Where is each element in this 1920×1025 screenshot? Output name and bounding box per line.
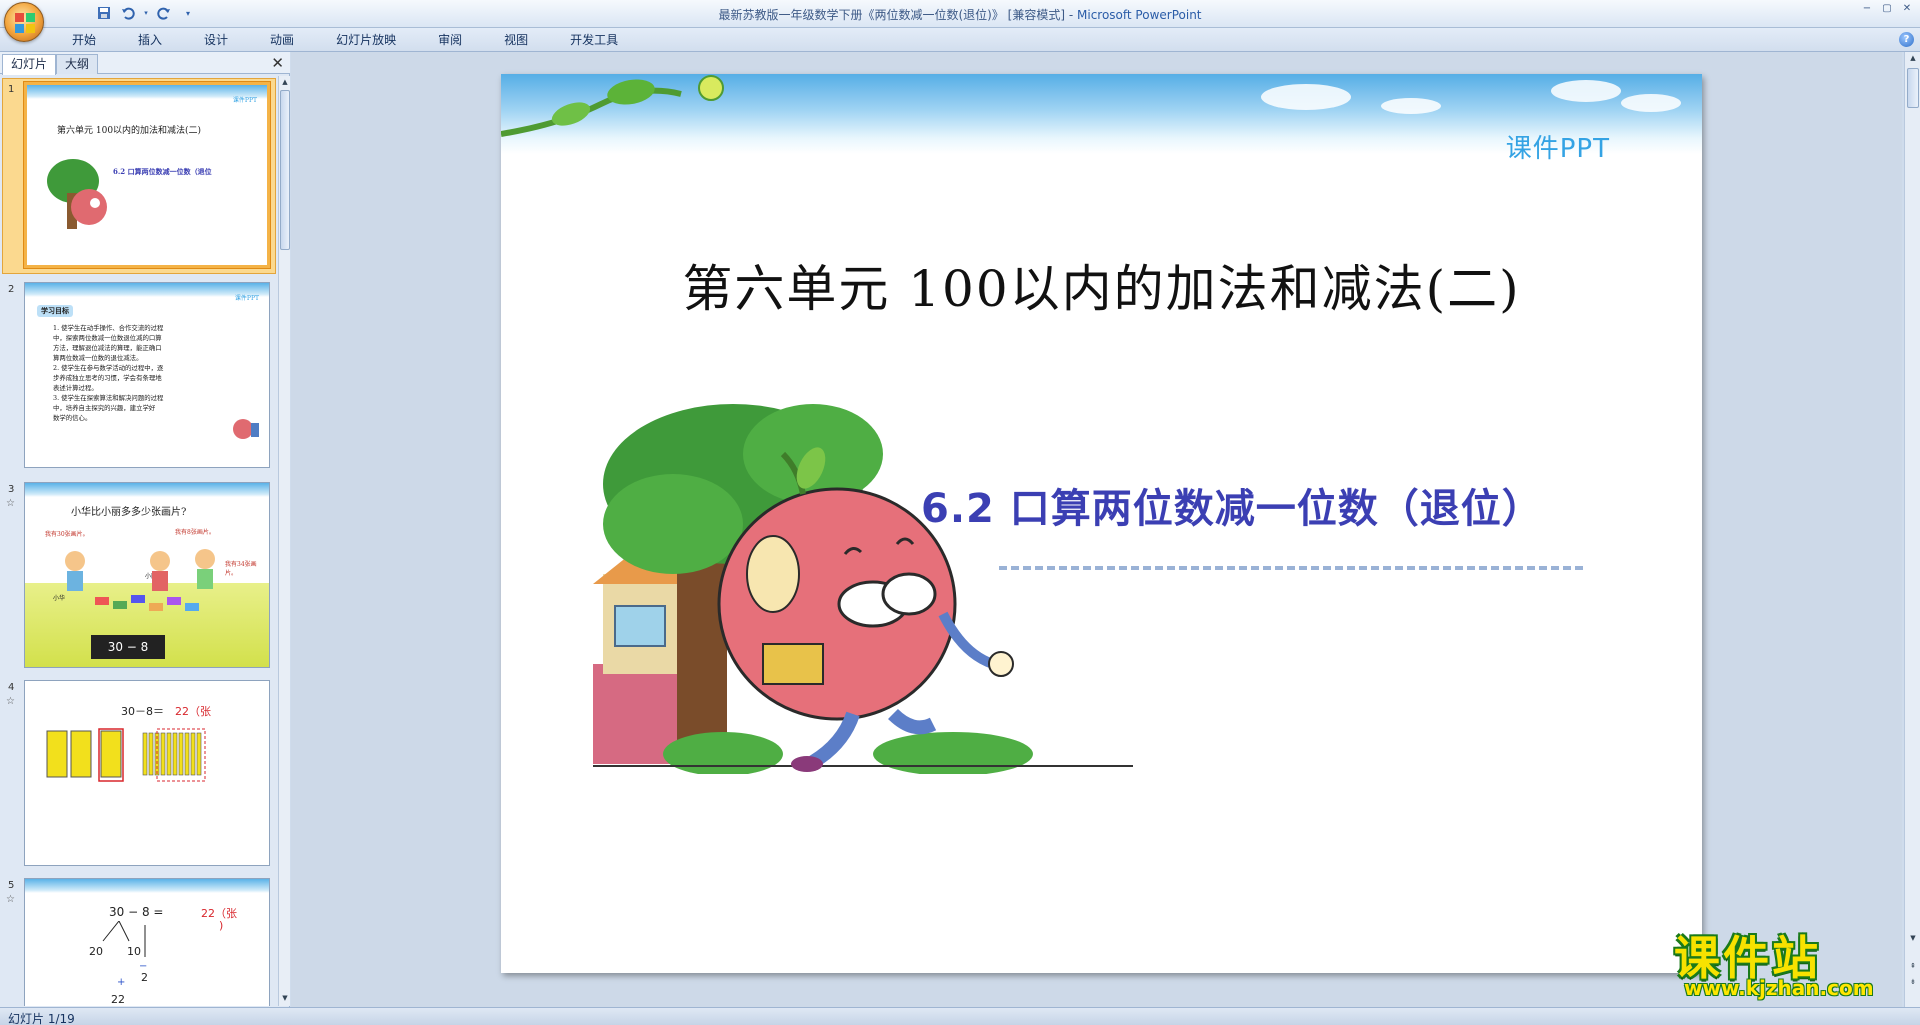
thumbnail-expression: 30－8＝: [121, 705, 164, 718]
pane-tabs: 幻灯片 大纲 ✕: [0, 52, 290, 75]
tab-home[interactable]: 开始: [60, 31, 108, 49]
thumbnail-question: 小华比小丽多多少张画片?: [71, 507, 187, 518]
remainder: 2: [141, 971, 148, 984]
thumbnail-heading: 学习目标: [37, 305, 73, 317]
slides-pane-scrollbar[interactable]: ▲ ▼: [278, 76, 290, 1006]
document-title: 最新苏教版一年级数学下册《两位数减一位数(退位)》 [兼容模式]: [718, 8, 1066, 22]
window-title: 最新苏教版一年级数学下册《两位数减一位数(退位)》 [兼容模式] - Micro…: [718, 8, 1202, 22]
animation-star-icon: ☆: [6, 696, 15, 707]
tab-slideshow[interactable]: 幻灯片放映: [324, 31, 408, 49]
app-name: Microsoft PowerPoint: [1077, 8, 1202, 22]
thumbnail-frame: 30－8＝ 22（张: [24, 680, 270, 866]
thumbnail-subtitle: 6.2 口算两位数减一位数（退位: [113, 167, 212, 176]
tab-review[interactable]: 审阅: [426, 31, 474, 49]
thumbnail-expression: 30 − 8: [91, 635, 165, 659]
slides-pane: 幻灯片 大纲 ✕ 1 课件PPT 第六单元 100以内的加法和减法(二) 6.2…: [0, 52, 290, 1007]
tab-insert[interactable]: 插入: [126, 31, 174, 49]
scroll-up-icon[interactable]: ▲: [1906, 52, 1920, 64]
body-line: 数学的信心。: [53, 414, 92, 422]
tab-developer[interactable]: 开发工具: [558, 31, 630, 49]
slide-number: 4: [8, 682, 15, 693]
body-line: 表述计算过程。: [53, 384, 98, 392]
ribbon: 开始 插入 设计 动画 幻灯片放映 审阅 视图 开发工具 ?: [0, 28, 1920, 52]
slide-editing-area: 课件PPT 第六单元 100以内的加法和减法(二) 6.2 口算两位数减一位数（…: [291, 52, 1902, 1007]
window-controls: − ▢ ✕: [1858, 2, 1916, 16]
tab-animations[interactable]: 动画: [258, 31, 306, 49]
vine-leaf-decoration: [501, 75, 724, 137]
thumbnail-sky: [25, 879, 269, 893]
office-button[interactable]: [4, 2, 44, 42]
tab-design[interactable]: 设计: [192, 31, 240, 49]
scroll-thumb[interactable]: [1907, 68, 1919, 108]
title-bar: ▾ ▾ 最新苏教版一年级数学下册《两位数减一位数(退位)》 [兼容模式] - M…: [0, 0, 1920, 42]
slide-number: 3: [8, 484, 15, 495]
thumbnail-sky: [25, 483, 269, 497]
tab-outline[interactable]: 大纲: [56, 54, 99, 74]
current-slide[interactable]: 课件PPT 第六单元 100以内的加法和减法(二) 6.2 口算两位数减一位数（…: [501, 74, 1702, 973]
children-playing-illustration: [65, 549, 215, 611]
body-line: 2. 使学生在参与数学活动的过程中，逐: [53, 364, 164, 372]
plus-sign: +: [117, 977, 126, 988]
dashed-underline: [999, 566, 1583, 570]
body-line: 中，探索两位数减一位数退位减的口算: [53, 334, 162, 342]
thumbnail-frame: 课件PPT 学习目标 1. 使学生在动手操作、合作交流的过程 中，探索两位数减一…: [24, 282, 270, 468]
split-ones: 10: [127, 945, 141, 958]
thumbnail-brand: 课件PPT: [232, 97, 257, 104]
help-icon[interactable]: ?: [1899, 32, 1914, 47]
thumbnail-brand: 课件PPT: [234, 295, 259, 302]
tab-slides[interactable]: 幻灯片: [2, 54, 57, 75]
speech-bubble-2: 我有8张画片。: [175, 529, 215, 536]
slide-title: 第六单元 100以内的加法和减法(二): [682, 260, 1521, 318]
slide-subtitle: 6.2 口算两位数减一位数（退位）: [921, 486, 1543, 532]
office-logo-icon: [15, 13, 35, 33]
thumbnail-title: 第六单元 100以内的加法和减法(二): [57, 126, 202, 136]
speech-bubble-1: 我有30张画片。: [45, 531, 89, 538]
close-button[interactable]: ✕: [1898, 2, 1916, 16]
slide-thumbnail-list: 1 课件PPT 第六单元 100以内的加法和减法(二) 6.2 口算两位数减一位…: [0, 76, 276, 1006]
thumbnail-sky: [27, 85, 267, 99]
thumbnail-answer: 22（张: [175, 705, 211, 718]
counting-sticks-illustration: [46, 728, 206, 782]
animation-star-icon: ☆: [6, 894, 15, 905]
body-line: 算两位数减一位数的退位减法。: [53, 354, 143, 362]
slide-brand-label: 课件PPT: [1505, 134, 1610, 164]
maximize-button[interactable]: ▢: [1878, 2, 1896, 16]
slide-number: 5: [8, 880, 15, 891]
body-line: 方法，理解退位减法的算理，能正确口: [53, 344, 162, 352]
site-watermark: 课件站 www.kjzhan.com: [1662, 922, 1912, 1002]
body-line: 中，培养自主探究的兴趣，建立学好: [53, 404, 156, 412]
result: 22: [111, 993, 125, 1006]
apple-character-illustration: [593, 404, 1133, 774]
minimize-button[interactable]: −: [1858, 2, 1876, 16]
thumbnail-expression: 30 − 8 =: [109, 905, 164, 919]
thumbnail-frame: 小华比小丽多多少张画片? 我有30张画片。 我有8张画片。 我有34张画片。 小…: [24, 482, 270, 668]
scroll-down-icon[interactable]: ▼: [280, 992, 290, 1004]
slide-counter: 幻灯片 1/19: [8, 1012, 75, 1025]
thumbnail-frame: 课件PPT 第六单元 100以内的加法和减法(二) 6.2 口算两位数减一位数（…: [24, 82, 270, 268]
slide-number: 1: [8, 84, 15, 95]
tab-view[interactable]: 视图: [492, 31, 540, 49]
body-line: 1. 使学生在动手操作、合作交流的过程: [53, 324, 164, 332]
slide-number: 2: [8, 284, 15, 295]
scroll-thumb[interactable]: [280, 90, 290, 250]
status-bar: 幻灯片 1/19: [0, 1007, 1920, 1025]
apple-tree-illustration: [47, 159, 107, 229]
animation-star-icon: ☆: [6, 498, 15, 509]
thumbnail-frame: 30 − 8 = 22（张 ) 20 10 − 2 + 22: [24, 878, 270, 1006]
body-line: 3. 使学生在探索算法和解决问题的过程: [53, 394, 164, 402]
split-tens: 20: [89, 945, 103, 958]
apple-character-illustration: [233, 419, 259, 439]
slide-scrollbar[interactable]: ▲ ▼ ⇞ ⇟: [1904, 52, 1920, 1007]
ribbon-tabs: 开始 插入 设计 动画 幻灯片放映 审阅 视图 开发工具: [60, 31, 648, 49]
body-line: 步养成独立思考的习惯，学会有条理地: [53, 374, 162, 382]
scroll-up-icon[interactable]: ▲: [280, 76, 290, 88]
watermark-url: www.kjzhan.com: [1684, 976, 1874, 1000]
thumbnail-body: 1. 使学生在动手操作、合作交流的过程 中，探索两位数减一位数退位减的口算 方法…: [53, 323, 163, 423]
thumbnail-sky: [25, 283, 269, 297]
close-pane-icon[interactable]: ✕: [271, 54, 284, 72]
thumbnail-answer-close: ): [219, 919, 224, 932]
